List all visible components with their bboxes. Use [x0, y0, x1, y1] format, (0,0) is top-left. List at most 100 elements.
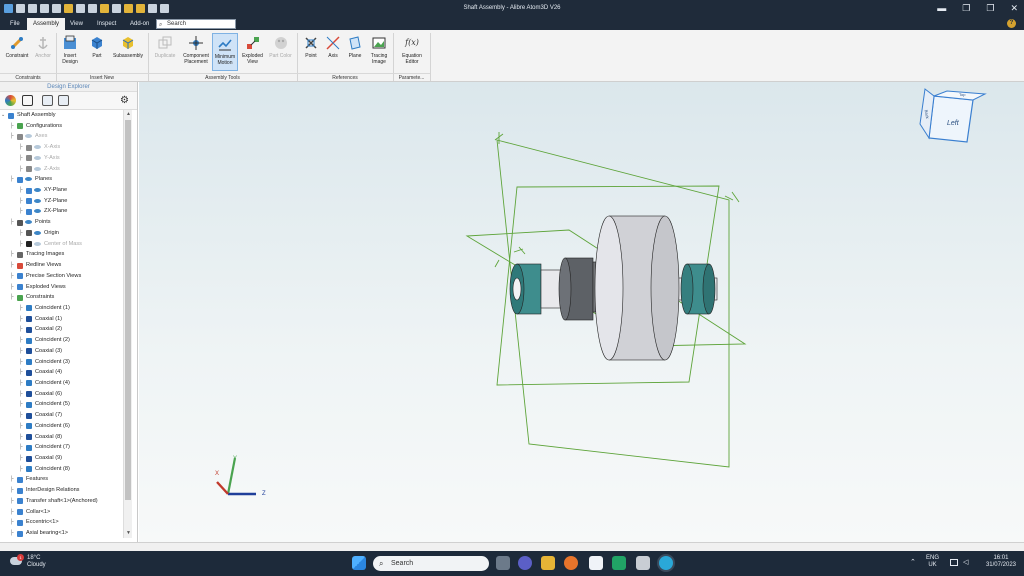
scroll-up-icon[interactable]: ▲ [124, 110, 133, 119]
tree-item[interactable]: ├ Transfer shaft<1>(Anchored) [0, 496, 123, 507]
duplicate-button[interactable]: Duplicate [151, 33, 179, 71]
tree-expander-icon[interactable]: ├ [19, 399, 23, 410]
tree-expander-icon[interactable]: ├ [10, 292, 14, 303]
scroll-down-icon[interactable]: ▼ [124, 529, 133, 538]
tree-view-icon[interactable] [58, 95, 69, 106]
tree-item[interactable]: ├ Coincident (6) [0, 421, 123, 432]
tree-item[interactable]: ├ Coaxial (6) [0, 389, 123, 400]
tree-expander-icon[interactable]: ├ [10, 474, 14, 485]
tree-item[interactable]: ├ Center of Mass [0, 239, 123, 250]
tree-item[interactable]: ├ Z-Axis [0, 164, 123, 175]
excel-icon[interactable] [612, 556, 626, 570]
tree-expander-icon[interactable]: ├ [10, 528, 14, 538]
anchor-button[interactable]: Anchor [31, 33, 55, 71]
insert-design-button[interactable]: Insert Design [58, 33, 82, 71]
tree-item[interactable]: ├ InterDesign Relations [0, 485, 123, 496]
tree-item[interactable]: ├ ZX-Plane [0, 206, 123, 217]
tree-item[interactable]: ├ Coincident (5) [0, 399, 123, 410]
tree-item[interactable]: ├ Coaxial (1) [0, 314, 123, 325]
color-wheel-icon[interactable] [5, 95, 16, 106]
tree-expander-icon[interactable]: ├ [19, 185, 23, 196]
tree-expander-icon[interactable]: ├ [10, 282, 14, 293]
visibility-eye-icon[interactable] [25, 220, 32, 225]
tree-item[interactable]: ├ Planes [0, 174, 123, 185]
tree-item[interactable]: ├ Coincident (8) [0, 464, 123, 475]
tree-expander-icon[interactable]: ├ [10, 121, 14, 132]
tree-expander-icon[interactable]: ├ [19, 432, 23, 443]
component-placement-button[interactable]: Component Placement [180, 33, 212, 71]
tab-add-on[interactable]: Add-on [124, 18, 155, 30]
tree-expander-icon[interactable]: ├ [19, 142, 23, 153]
clock[interactable]: 16:01 31/07/2023 [986, 555, 1016, 569]
taskbar-search-input[interactable]: ⌕ Search [373, 556, 489, 571]
tracing-image-button[interactable]: Tracing Image [367, 33, 391, 71]
visibility-eye-icon[interactable] [34, 209, 41, 214]
scroll-thumb[interactable] [125, 120, 131, 500]
tree-expander-icon[interactable]: ├ [19, 153, 23, 164]
minimum-motion-button[interactable]: Minimum Motion [212, 33, 238, 71]
filter-icon[interactable] [42, 95, 53, 106]
tree-expander-icon[interactable]: ├ [10, 217, 14, 228]
tree-expander-icon[interactable]: ├ [19, 357, 23, 368]
part-color-button[interactable]: Part Color [267, 33, 294, 71]
tree-item[interactable]: ├ Coincident (3) [0, 357, 123, 368]
tree-expander-icon[interactable]: ├ [19, 239, 23, 250]
tab-file[interactable]: File [4, 18, 26, 30]
language-indicator[interactable]: ENG UK [926, 555, 939, 569]
tree-item[interactable]: ├ YZ-Plane [0, 196, 123, 207]
weather-widget[interactable]: 1 18°C Cloudy [10, 554, 46, 569]
tree-expander-icon[interactable]: ├ [19, 228, 23, 239]
tree-expander-icon[interactable]: ├ [19, 346, 23, 357]
tree-item[interactable]: ├ Coaxial (4) [0, 367, 123, 378]
tree-expander-icon[interactable]: ├ [19, 442, 23, 453]
settings-panel-icon[interactable] [22, 95, 33, 106]
tree-expander-icon[interactable]: ├ [19, 303, 23, 314]
tree-expander-icon[interactable]: ├ [10, 271, 14, 282]
tray-chevron-icon[interactable]: ⌃ [910, 558, 916, 566]
tree-item[interactable]: ├ XY-Plane [0, 185, 123, 196]
tree-item[interactable]: ├ Precise Section Views [0, 271, 123, 282]
tree-item[interactable]: ├ Coaxial (2) [0, 324, 123, 335]
tree-item[interactable]: ├ Exploded Views [0, 282, 123, 293]
visibility-eye-icon[interactable] [25, 177, 32, 182]
equation-editor-button[interactable]: f(x) Equation Editor [397, 33, 427, 71]
tree-expander-icon[interactable]: ├ [10, 260, 14, 271]
tree-item[interactable]: ├ Coaxial (9) [0, 453, 123, 464]
tree-item[interactable]: ├ Constraints [0, 292, 123, 303]
tree-expander-icon[interactable]: ├ [19, 378, 23, 389]
windows-start-icon[interactable] [352, 556, 366, 570]
calculator-icon[interactable] [636, 556, 650, 570]
tree-expander-icon[interactable]: ├ [10, 496, 14, 507]
tree-expander-icon[interactable]: ├ [19, 367, 23, 378]
tree-expander-icon[interactable]: ├ [10, 517, 14, 528]
visibility-eye-icon[interactable] [25, 134, 32, 139]
constraint-button[interactable]: Constraint [3, 33, 31, 71]
tab-view[interactable]: View [64, 18, 89, 30]
tree-item[interactable]: ├ Features [0, 474, 123, 485]
view-cube[interactable]: Left Top Back [919, 88, 987, 143]
firefox-icon[interactable] [564, 556, 578, 570]
tree-expander-icon[interactable]: ├ [19, 453, 23, 464]
tree-expander-icon[interactable]: ├ [19, 314, 23, 325]
tree-expander-icon[interactable]: ├ [19, 421, 23, 432]
tree-item[interactable]: ├ Eccentric<1> [0, 517, 123, 528]
tree-item[interactable]: ├ Axes [0, 131, 123, 142]
restore-panel-icon[interactable]: ❐ [962, 3, 970, 14]
alibre-icon[interactable] [659, 556, 673, 570]
ribbon-toggle-icon[interactable]: ▬ [937, 3, 946, 14]
visibility-eye-icon[interactable] [34, 188, 41, 193]
part-button[interactable]: Part [87, 33, 107, 71]
tree-item[interactable]: ├ X-Axis [0, 142, 123, 153]
volume-icon[interactable]: ◁ [963, 558, 968, 566]
tree-expander-icon[interactable]: ├ [19, 410, 23, 421]
task-view-icon[interactable] [496, 556, 510, 570]
tree-item[interactable]: ├ Coaxial (7) [0, 410, 123, 421]
visibility-eye-icon[interactable] [34, 145, 41, 150]
tree-expander-icon[interactable]: ├ [10, 249, 14, 260]
tree-expander-icon[interactable]: ├ [10, 131, 14, 142]
tree-item[interactable]: ├ Coincident (1) [0, 303, 123, 314]
point-button[interactable]: Point [302, 33, 320, 71]
word-icon[interactable] [589, 556, 603, 570]
exploded-view-button[interactable]: Exploded View [240, 33, 265, 71]
tree-expander-icon[interactable]: ├ [10, 485, 14, 496]
